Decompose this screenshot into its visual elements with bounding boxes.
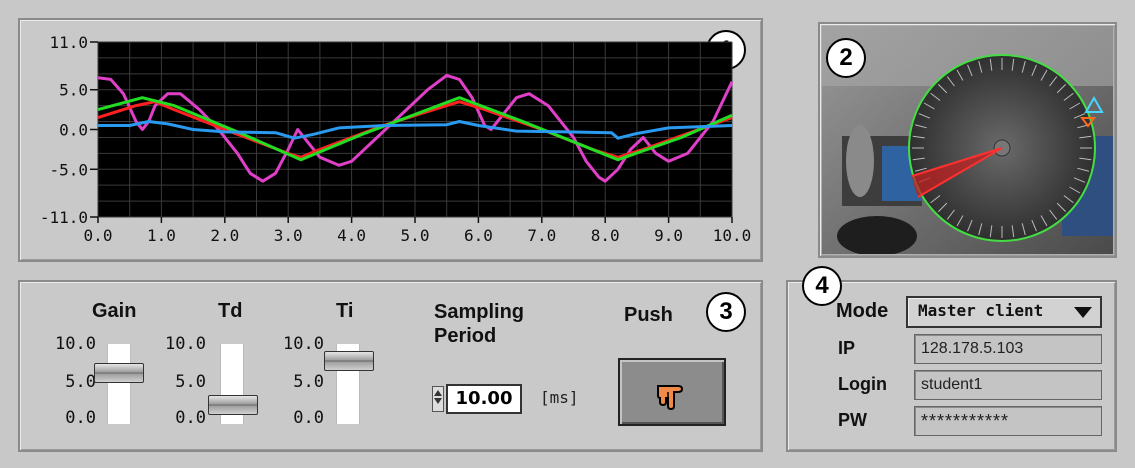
td-slider-handle[interactable]	[208, 395, 258, 415]
x-tick-label: 7.0	[527, 226, 556, 245]
push-button[interactable]	[618, 358, 726, 426]
y-tick-label: -11.0	[40, 208, 88, 227]
gain-label: Gain	[92, 300, 137, 322]
stepper-down-icon[interactable]	[434, 398, 442, 404]
ip-label: IP	[838, 338, 856, 358]
x-tick-label: 4.0	[337, 226, 366, 245]
mode-label: Mode	[836, 300, 889, 322]
gain-scale-max: 10.0	[55, 334, 96, 354]
waveform-chart: 0.0 1.0 2.0 3.0 4.0 5.0 6.0 7.0 8.0 9.0 10.0 11.0 5.…	[40, 33, 752, 245]
sampling-period-label: Sampling Period	[434, 300, 524, 348]
panel-number-badge-2: 2	[826, 38, 866, 78]
gain-scale-mid: 5.0	[65, 372, 96, 392]
pointing-hand-icon	[657, 385, 684, 411]
stepper-up-icon[interactable]	[434, 390, 442, 396]
panel-number-badge-3: 3	[706, 292, 746, 332]
x-tick-label: 1.0	[147, 226, 176, 245]
ti-scale-max: 10.0	[283, 334, 324, 354]
y-tick-label: 0.0	[59, 121, 88, 140]
login-label: Login	[838, 374, 887, 394]
td-scale-min: 0.0	[175, 408, 206, 428]
pw-field[interactable]: ***********	[914, 406, 1102, 436]
y-tick-label: 11.0	[49, 33, 88, 52]
x-tick-label: 8.0	[591, 226, 620, 245]
td-scale-mid: 5.0	[175, 372, 206, 392]
td-label: Td	[218, 300, 243, 322]
x-tick-label: 6.0	[464, 226, 493, 245]
sampling-stepper[interactable]	[432, 386, 444, 412]
sampling-label-line2: Period	[434, 325, 497, 347]
y-tick-label: -5.0	[49, 160, 88, 179]
sampling-period-input[interactable]: 10.00	[446, 384, 522, 414]
x-tick-label: 9.0	[654, 226, 683, 245]
ip-field[interactable]: 128.178.5.103	[914, 334, 1102, 364]
push-label: Push	[624, 304, 673, 326]
chevron-down-icon[interactable]	[1074, 307, 1092, 318]
x-tick-label: 0.0	[84, 226, 113, 245]
mode-dropdown-value: Master client	[918, 301, 1044, 320]
gain-scale-min: 0.0	[65, 408, 96, 428]
ti-scale-mid: 5.0	[293, 372, 324, 392]
gain-slider-handle[interactable]	[94, 363, 144, 383]
x-tick-label: 3.0	[274, 226, 303, 245]
x-tick-label: 2.0	[210, 226, 239, 245]
sampling-unit-label: [ms]	[540, 388, 579, 407]
ti-slider-handle[interactable]	[324, 351, 374, 371]
sampling-label-line1: Sampling	[434, 301, 525, 323]
login-field[interactable]: student1	[914, 370, 1102, 400]
controls-panel: 3 Gain 10.0 5.0 0.0 Td 10.0 5.0 0.0 Ti 1…	[18, 280, 763, 452]
pw-label: PW	[838, 410, 867, 430]
ti-label: Ti	[336, 300, 354, 322]
mode-dropdown[interactable]: Master client	[906, 296, 1102, 328]
x-tick-label: 10.0	[713, 226, 752, 245]
camera-panel: 2	[818, 22, 1117, 258]
gain-slider-track[interactable]	[107, 344, 131, 424]
y-tick-label: 5.0	[59, 81, 88, 100]
x-tick-label: 5.0	[401, 226, 430, 245]
td-scale-max: 10.0	[165, 334, 206, 354]
ti-scale-min: 0.0	[293, 408, 324, 428]
connection-panel: 4 Mode Master client IP 128.178.5.103 Lo…	[786, 266, 1117, 452]
